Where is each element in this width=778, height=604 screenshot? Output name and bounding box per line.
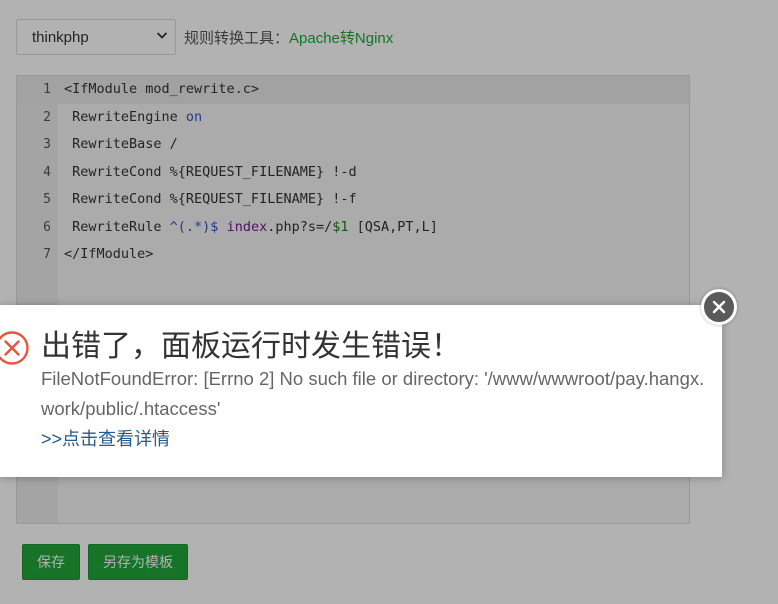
error-message: FileNotFoundError: [Errno 2] No such fil… — [41, 368, 705, 419]
error-dialog: 出错了，面板运行时发生错误！ FileNotFoundError: [Errno… — [0, 305, 722, 477]
modal-overlay — [0, 0, 778, 604]
close-dialog-button[interactable] — [701, 289, 737, 325]
error-title: 出错了，面板运行时发生错误！ — [41, 330, 461, 363]
view-details-link[interactable]: >>点击查看详情 — [41, 425, 170, 453]
